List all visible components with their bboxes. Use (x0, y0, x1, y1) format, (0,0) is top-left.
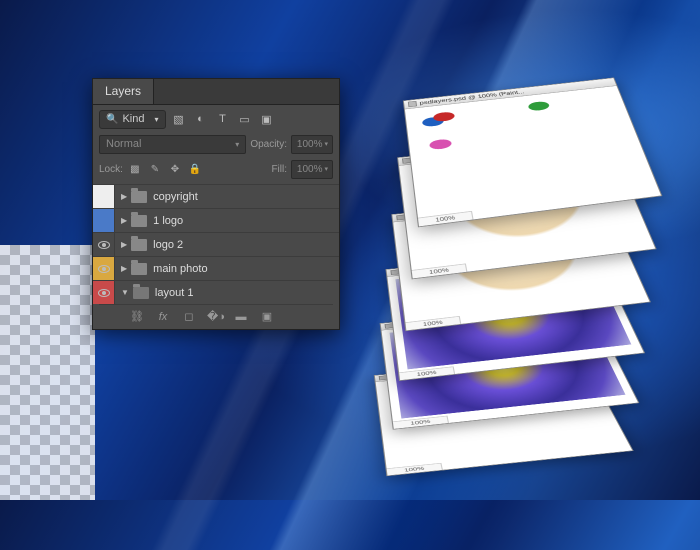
chevron-down-icon: ▾ (235, 140, 239, 149)
opacity-input[interactable]: 100% ▾ (291, 135, 333, 154)
eye-icon (98, 265, 110, 273)
panel-bottom-toolbar: ⛓ fx ◻ �◑ ▬ ▣ (99, 304, 333, 329)
transparency-checker (0, 245, 95, 500)
search-icon: 🔍 (106, 114, 118, 125)
document-icon (408, 101, 417, 107)
fill-label: Fill: (271, 164, 287, 175)
eye-icon (98, 289, 110, 297)
layer-name-label: layout 1 (155, 287, 194, 299)
lock-paint-icon[interactable]: ✎ (147, 161, 163, 177)
lock-label: Lock: (99, 164, 123, 175)
filter-adjustment-icon[interactable]: ◐ (192, 110, 210, 128)
layer-visibility-toggle[interactable] (93, 209, 115, 232)
disclosure-closed-icon[interactable]: ▶ (121, 192, 127, 201)
disclosure-closed-icon[interactable]: ▶ (121, 240, 127, 249)
chevron-down-icon: ▾ (324, 165, 328, 173)
blend-mode-select[interactable]: Normal ▾ (99, 135, 246, 154)
filter-shape-icon[interactable]: ▭ (236, 110, 254, 128)
layer-item[interactable]: ▶ copyright (93, 184, 339, 208)
chevron-down-icon: ▾ (154, 115, 158, 124)
layer-name-label: main photo (153, 263, 207, 275)
disclosure-closed-icon[interactable]: ▶ (121, 216, 127, 225)
lock-all-icon[interactable]: 🔒 (187, 161, 203, 177)
layer-name-label: 1 logo (153, 215, 183, 227)
filter-type-icon[interactable]: T (214, 110, 232, 128)
lock-position-icon[interactable]: ✥ (167, 161, 183, 177)
layer-item[interactable]: ▼ layout 1 (93, 280, 339, 304)
opacity-label: Opacity: (250, 139, 287, 150)
disclosure-open-icon[interactable]: ▼ (121, 288, 129, 297)
folder-icon (131, 239, 147, 251)
eye-icon (98, 241, 110, 249)
layer-visibility-toggle[interactable] (93, 281, 115, 304)
layer-list: ▶ copyright ▶ 1 logo ▶ logo 2 ▶ main photo ▼ layo… (93, 184, 339, 304)
layer-item[interactable]: ▶ logo 2 (93, 232, 339, 256)
link-layers-icon[interactable]: ⛓ (129, 310, 145, 323)
folder-icon (131, 191, 147, 203)
layer-name-label: copyright (153, 191, 198, 203)
filter-smart-icon[interactable]: ▣ (258, 110, 276, 128)
layer-visibility-toggle[interactable] (93, 233, 115, 256)
panel-tab-bar: Layers (93, 79, 339, 105)
folder-icon (133, 287, 149, 299)
layer-item[interactable]: ▶ main photo (93, 256, 339, 280)
new-layer-icon[interactable]: ▣ (259, 310, 275, 323)
disclosure-closed-icon[interactable]: ▶ (121, 264, 127, 273)
fill-value: 100% (297, 164, 323, 175)
lock-transparency-icon[interactable]: ▩ (127, 161, 143, 177)
layer-visibility-toggle[interactable] (93, 257, 115, 280)
document-canvas (413, 90, 649, 214)
layer-mask-icon[interactable]: ◻ (181, 310, 197, 323)
layer-visibility-toggle[interactable] (93, 185, 115, 208)
chevron-down-icon: ▾ (324, 140, 328, 148)
filter-kind-label: Kind (122, 113, 144, 125)
folder-icon (131, 263, 147, 275)
layer-name-label: logo 2 (153, 239, 183, 251)
filter-pixel-icon[interactable]: ▧ (170, 110, 188, 128)
layers-panel: Layers 🔍 Kind ▾ ▧ ◐ T ▭ ▣ Normal ▾ Opaci… (92, 78, 340, 330)
layer-effects-icon[interactable]: fx (155, 311, 171, 323)
document-stack-illustration: psdlayers.psd @ 100% (Paint...100%psdlay… (360, 38, 680, 468)
adjustment-layer-icon[interactable]: �◑ (207, 310, 223, 323)
filter-kind-select[interactable]: 🔍 Kind ▾ (99, 110, 166, 129)
tab-layers[interactable]: Layers (93, 79, 154, 104)
blend-mode-value: Normal (106, 138, 141, 150)
new-group-icon[interactable]: ▬ (233, 311, 249, 323)
opacity-value: 100% (297, 139, 323, 150)
folder-icon (131, 215, 147, 227)
layer-item[interactable]: ▶ 1 logo (93, 208, 339, 232)
fill-input[interactable]: 100% ▾ (291, 160, 333, 179)
